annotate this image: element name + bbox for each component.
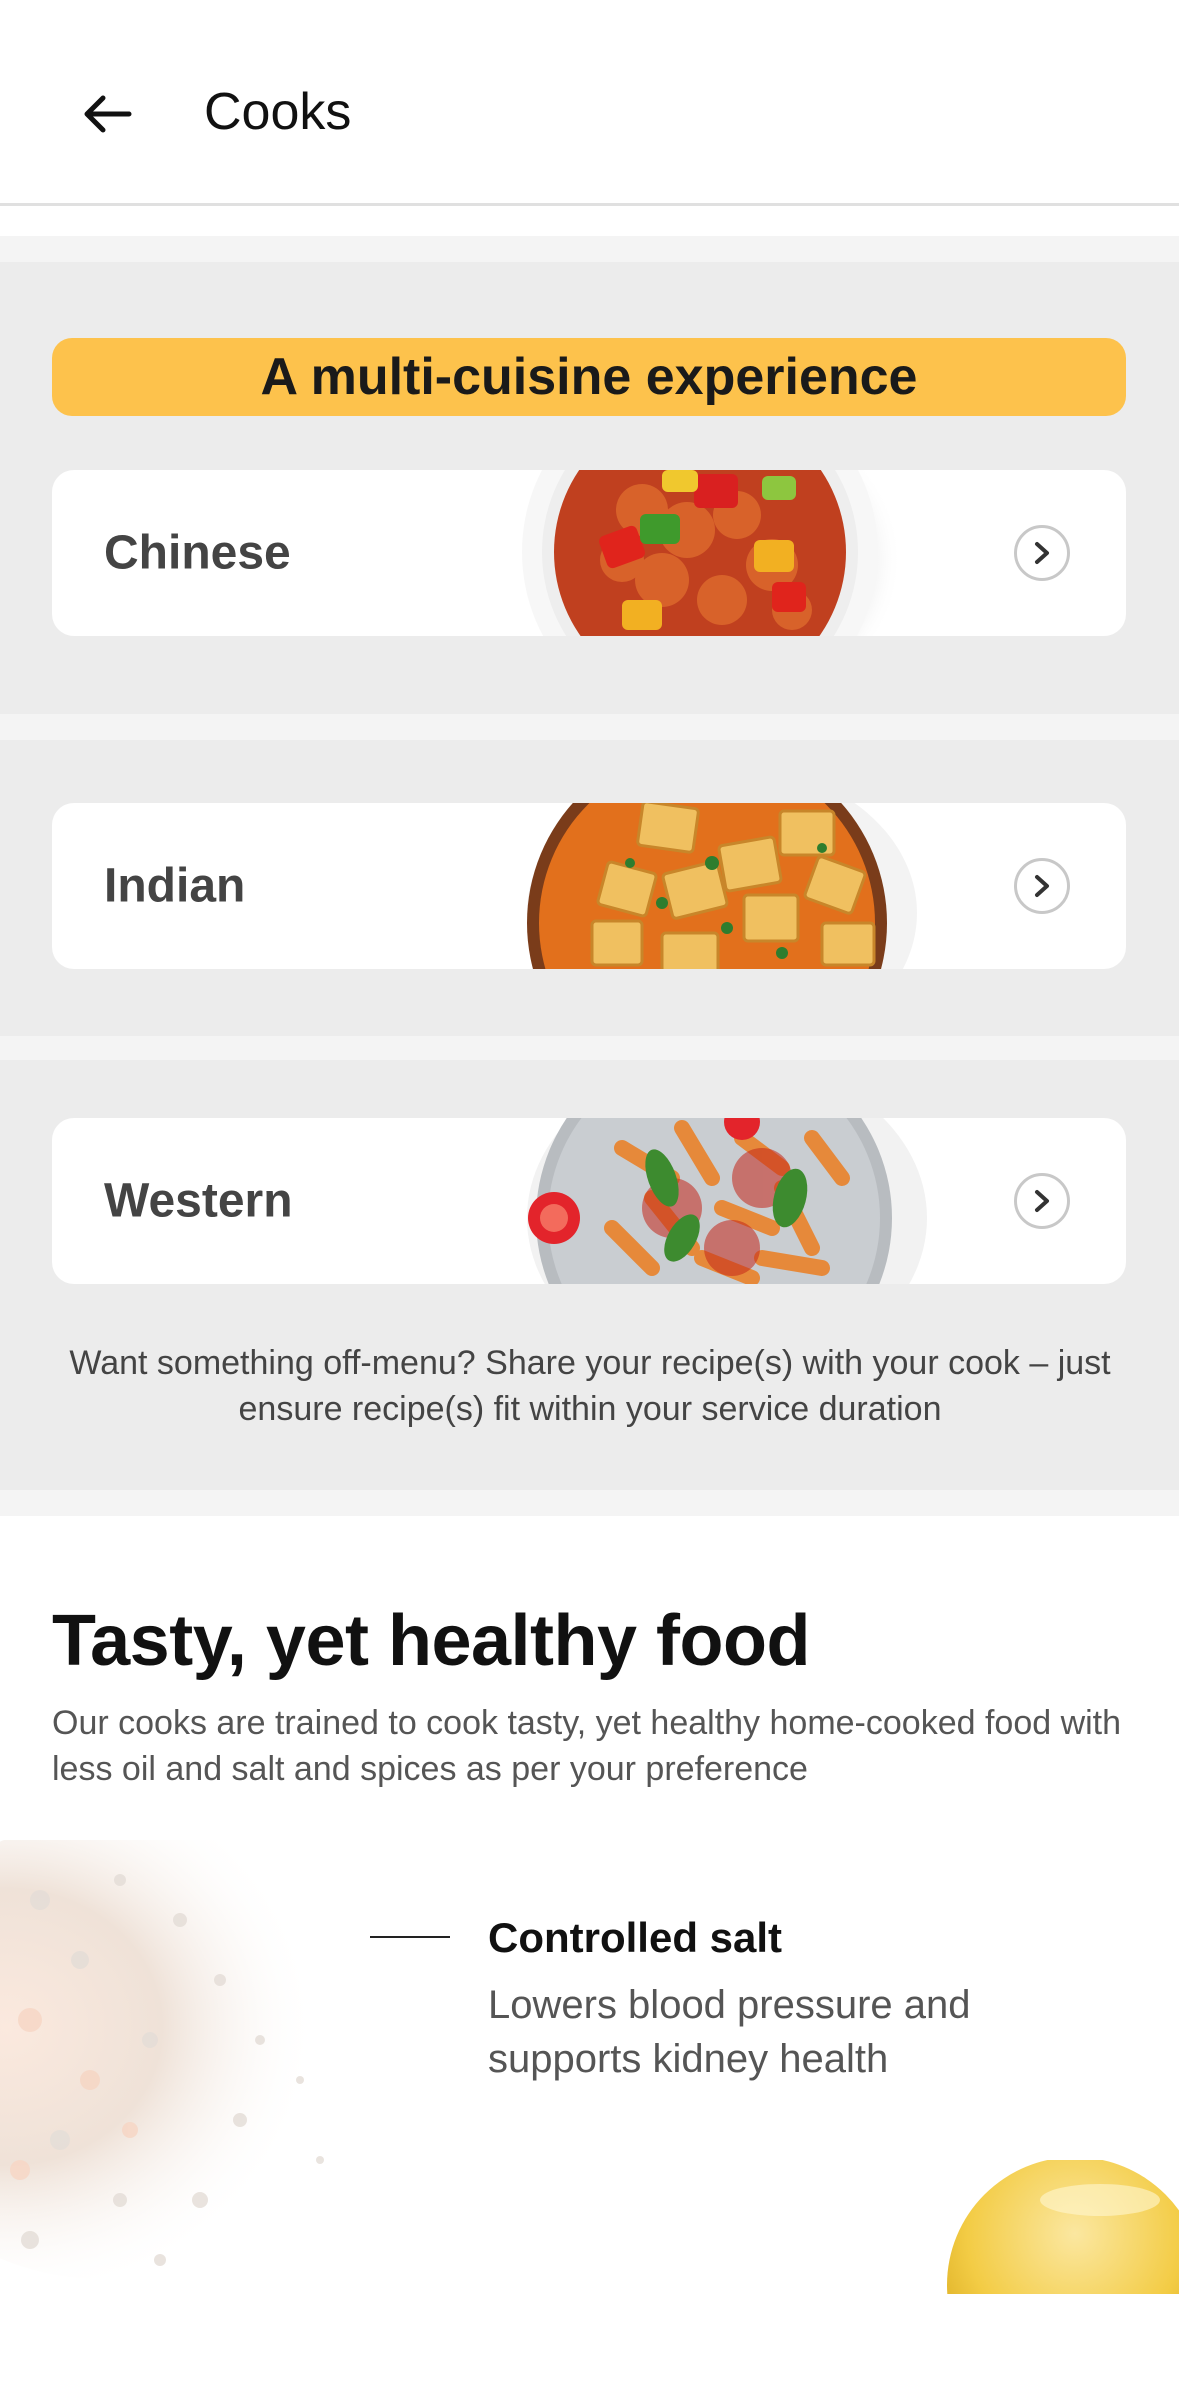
page-title: Cooks [204, 83, 352, 141]
feature-title: Controlled salt [488, 1914, 783, 1961]
chevron-right-icon[interactable] [1014, 1173, 1070, 1229]
cuisine-card-indian[interactable]: Indian [52, 803, 1126, 969]
section-divider [0, 714, 1179, 740]
oil-drop-image [947, 2160, 1179, 2294]
paneer-curry-image [527, 803, 917, 969]
cuisine-label: Indian [104, 859, 246, 913]
section-divider [0, 236, 1179, 262]
chevron-right-icon[interactable] [1014, 858, 1070, 914]
salt-image [0, 1840, 370, 2280]
app-header: Cooks [0, 0, 1179, 206]
off-menu-note: Want something off-menu? Share your reci… [69, 1344, 1111, 1428]
penne-pasta-image [527, 1118, 927, 1284]
section-divider [0, 1036, 1179, 1060]
arrow-left-icon [84, 95, 132, 133]
cuisine-banner: A multi-cuisine experience [52, 338, 1126, 416]
healthy-section-title: Tasty, yet healthy food [52, 1601, 810, 1681]
chevron-right-icon[interactable] [1014, 525, 1070, 581]
feature-divider [370, 1936, 450, 1938]
cuisine-label: Chinese [104, 526, 291, 580]
back-button[interactable] [68, 78, 146, 150]
cuisine-label: Western [104, 1174, 293, 1228]
sweet-and-sour-chicken-image [522, 470, 902, 636]
cuisine-card-western[interactable]: Western [52, 1118, 1126, 1284]
section-divider [0, 1490, 1179, 1516]
feature-description: Lowers blood pressure and supports kidne… [488, 1983, 971, 2081]
cuisine-card-chinese[interactable]: Chinese [52, 470, 1126, 636]
healthy-section-description: Our cooks are trained to cook tasty, yet… [52, 1704, 1122, 1788]
bottom-area [0, 2294, 1179, 2396]
